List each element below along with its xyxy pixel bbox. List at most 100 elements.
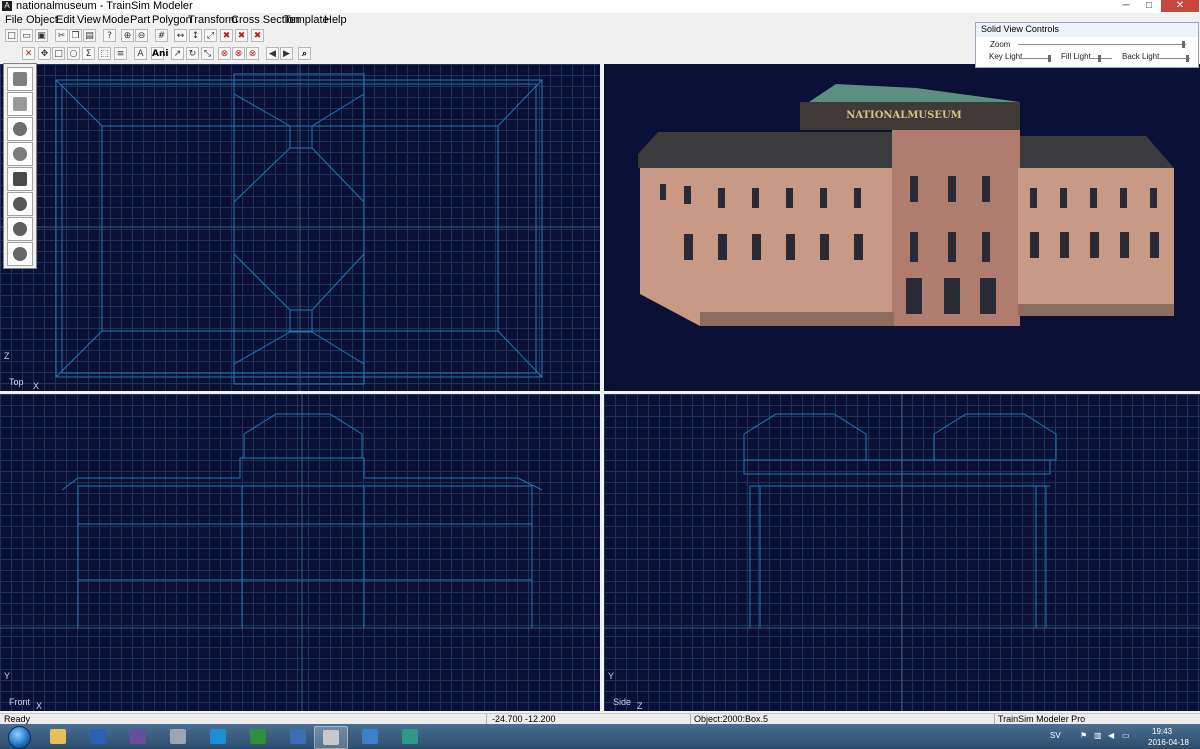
viewport-top[interactable]: Top Z X	[0, 64, 600, 391]
globe-icon[interactable]	[7, 192, 33, 216]
scale-icon[interactable]: ⤡	[201, 47, 214, 60]
copy-icon[interactable]: ❐	[69, 29, 82, 42]
new-icon[interactable]: □	[5, 29, 18, 42]
key-light-slider[interactable]	[1020, 58, 1050, 59]
solid-view-controls-title: Solid View Controls	[981, 24, 1059, 34]
minimize-button[interactable]: ─	[1115, 0, 1137, 12]
ani-icon[interactable]: Ani	[151, 47, 168, 60]
align-y-icon[interactable]: ↕	[189, 29, 202, 42]
clock-time[interactable]: 19:43	[1152, 727, 1172, 736]
delete-red-icon[interactable]: ✖	[220, 29, 233, 42]
hemisphere-icon[interactable]	[7, 242, 33, 266]
main-toolbar: □ ▭ ▣ ✂ ❐ ▤? ⊕ ⊖ # ↔ ↕ ⤢ ✖ ✖ ✖	[0, 28, 310, 44]
side-wireframe	[604, 394, 1200, 711]
select-dotted-icon[interactable]: ⬚	[98, 47, 111, 60]
key-light-thumb[interactable]	[1048, 55, 1051, 62]
cylinder-icon[interactable]	[7, 92, 33, 116]
zoom-slider[interactable]	[1018, 44, 1186, 45]
language-indicator[interactable]: SV	[1050, 731, 1061, 740]
outlook-icon[interactable]	[282, 726, 314, 747]
street-right	[1018, 304, 1174, 316]
viewport-front[interactable]: Front Y X	[0, 394, 600, 711]
move-icon[interactable]: ✥	[38, 47, 51, 60]
geosphere-icon[interactable]	[7, 217, 33, 241]
cylinder-icon-glyph	[13, 97, 27, 111]
word-icon[interactable]	[82, 726, 114, 747]
align-z-icon[interactable]: ⤢	[204, 29, 217, 42]
cone-icon[interactable]	[7, 167, 33, 191]
viewport-side[interactable]: Side Y Z	[604, 394, 1200, 711]
back-light-thumb[interactable]	[1186, 55, 1189, 62]
menu-template[interactable]: Template	[284, 14, 329, 26]
sphere-icon[interactable]	[7, 117, 33, 141]
clock-date[interactable]: 2016-04-18	[1148, 738, 1189, 747]
text-icon[interactable]: A	[134, 47, 147, 60]
battery-icon[interactable]: ▭	[1122, 731, 1130, 740]
menu-object[interactable]: Object	[26, 14, 58, 26]
menu-help[interactable]: Help	[324, 14, 347, 26]
sigma-icon[interactable]: Σ	[82, 47, 95, 60]
chrome-icon-glyph	[362, 729, 378, 744]
stop-vertex-icon[interactable]: ⊗	[232, 47, 245, 60]
chrome-icon[interactable]	[354, 726, 386, 747]
menu-mode[interactable]: Mode	[102, 14, 130, 26]
back-light-slider[interactable]	[1156, 58, 1190, 59]
speaker-icon[interactable]: ◀	[1108, 731, 1114, 740]
menu-view[interactable]: View	[77, 14, 101, 26]
network-icon[interactable]: ▥	[1094, 731, 1102, 740]
help-icon[interactable]: ?	[103, 29, 116, 42]
app-icon[interactable]: A	[2, 1, 12, 11]
delete-vertex-icon[interactable]: ✖	[235, 29, 248, 42]
fill-light-thumb[interactable]	[1098, 55, 1101, 62]
zoom-in-icon[interactable]: ⊕	[121, 29, 134, 42]
capsule-icon[interactable]	[7, 142, 33, 166]
menu-edit[interactable]: Edit	[56, 14, 75, 26]
menu-polygon[interactable]: Polygon	[152, 14, 192, 26]
solid-view-controls-header: Solid View Controls	[976, 23, 1198, 37]
equal-icon[interactable]: ≡	[114, 47, 127, 60]
close-panel-icon[interactable]: ✕	[22, 47, 35, 60]
rotate-icon[interactable]: ↻	[186, 47, 199, 60]
viewport-solid[interactable]: NATIONALMUSEUM	[604, 64, 1200, 391]
museum-sign: NATIONALMUSEUM	[846, 110, 962, 121]
sphere-icon-glyph	[13, 122, 27, 136]
flag-icon[interactable]: ⚑	[1080, 731, 1087, 740]
sketch-icon-glyph	[402, 729, 418, 744]
prev-icon[interactable]: ◀	[266, 47, 279, 60]
stop-part-icon[interactable]: ⊗	[246, 47, 259, 60]
hemisphere-icon-glyph	[13, 247, 27, 261]
zoom-slider-thumb[interactable]	[1182, 41, 1185, 48]
menu-part[interactable]: Part	[130, 14, 150, 26]
close-button[interactable]: ✕	[1161, 0, 1199, 12]
menu-file[interactable]: File	[5, 14, 23, 26]
save-icon[interactable]: ▣	[35, 29, 48, 42]
stop-red-icon[interactable]: ⊗	[218, 47, 231, 60]
next-icon[interactable]: ▶	[280, 47, 293, 60]
fill-light-slider[interactable]	[1090, 58, 1112, 59]
geosphere-icon-glyph	[13, 222, 27, 236]
circle-icon[interactable]: ○	[67, 47, 80, 60]
calculator-icon[interactable]	[162, 726, 194, 747]
maximize-button[interactable]: □	[1138, 0, 1160, 12]
ie-icon[interactable]	[202, 726, 234, 747]
edit-toolbar: ✕ ✥ □ ○ Σ ⬚ ≡ A Ani ↗ ↻ ⤡ ⊗ ⊗ ⊗ ◀ ▶ ⌕	[0, 46, 311, 62]
paste-icon[interactable]: ▤	[83, 29, 96, 42]
open-icon[interactable]: ▭	[20, 29, 33, 42]
grid-icon[interactable]: #	[155, 29, 168, 42]
cube-icon[interactable]	[7, 67, 33, 91]
start-button[interactable]	[8, 726, 31, 749]
rect-select-icon[interactable]: □	[52, 47, 65, 60]
zoom-out-icon[interactable]: ⊖	[135, 29, 148, 42]
excel-icon-glyph	[250, 729, 266, 744]
binoculars-icon[interactable]: ⌕	[298, 47, 311, 60]
save-app-icon[interactable]	[122, 726, 154, 747]
excel-icon[interactable]	[242, 726, 274, 747]
trainsim-icon[interactable]	[314, 726, 348, 749]
cut-icon[interactable]: ✂	[55, 29, 68, 42]
delete-part-icon[interactable]: ✖	[251, 29, 264, 42]
arrow-icon[interactable]: ↗	[171, 47, 184, 60]
explorer-icon[interactable]	[42, 726, 74, 747]
cube-icon-glyph	[13, 72, 27, 86]
sketch-icon[interactable]	[394, 726, 426, 747]
align-x-icon[interactable]: ↔	[174, 29, 187, 42]
